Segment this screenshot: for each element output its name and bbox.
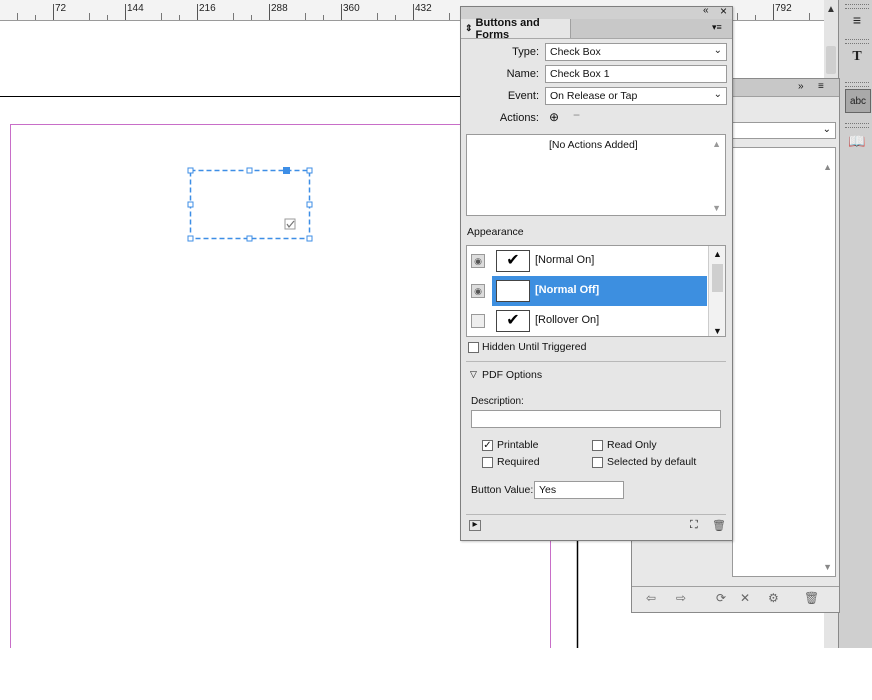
divider [466,361,726,362]
printable-checkbox[interactable]: ✓ [482,440,493,451]
description-input[interactable] [471,410,721,428]
selected-by-default-checkbox[interactable] [592,457,603,468]
chevron-down-icon: ⌄ [713,45,722,56]
unchecked-thumbnail [496,280,530,302]
type-label: Type: [512,46,539,58]
background-panel-dropdown[interactable]: ⌄ [732,122,836,139]
name-label: Name: [506,68,539,80]
remove-action-icon[interactable]: − [573,108,580,122]
tools-icon[interactable]: ✕ [740,591,750,605]
character-styles-icon[interactable]: T [845,46,869,68]
dock-grip[interactable] [845,123,869,128]
appearance-scrollbar[interactable]: ▲ ▼ [708,246,725,336]
hidden-until-triggered-checkbox[interactable] [468,342,479,353]
appearance-row-normal-off[interactable]: ◉ [Normal Off] [467,276,707,306]
panel-title: Buttons and Forms [475,16,540,41]
scroll-thumb[interactable] [712,264,723,292]
checkbox-frame-selection[interactable] [185,165,315,245]
checked-thumbnail: ✔ [496,250,530,272]
chevron-down-icon: ⌄ [713,89,722,100]
buttons-forms-icon[interactable]: abc [845,89,871,113]
event-value: On Release or Tap [550,90,638,102]
scroll-up-arrow-icon[interactable]: ▲ [713,249,722,259]
button-value-label: Button Value: [471,484,534,496]
paragraph-align-icon[interactable]: ≡ [845,9,869,31]
chevron-down-icon: ⌄ [822,124,831,135]
event-label: Event: [507,90,539,102]
button-value: Yes [539,484,557,496]
trash-icon[interactable]: 🗑 [712,519,726,532]
read-only-label: Read Only [607,439,657,451]
dock-grip[interactable] [845,39,869,44]
actions-label: Actions: [499,112,539,124]
scroll-down-arrow-icon[interactable]: ▼ [712,203,721,213]
actions-list[interactable]: [No Actions Added] ▲ ▼ [466,134,726,216]
scroll-down-arrow-icon[interactable]: ▼ [823,562,832,572]
next-arrow-icon[interactable]: ⇨ [676,591,686,605]
trash-icon[interactable]: 🗑 [804,591,819,605]
required-checkbox[interactable] [482,457,493,468]
background-panel-list[interactable]: ▲ ▼ [732,147,836,577]
scroll-up-arrow-icon[interactable]: ▲ [712,139,721,149]
scroll-thumb[interactable] [826,46,836,74]
selected-by-default-label: Selected by default [607,456,697,468]
expand-icon[interactable]: » [798,81,804,92]
event-select[interactable]: On Release or Tap ⌄ [545,87,727,105]
required-label: Required [497,456,540,468]
eye-icon[interactable]: ◉ [471,284,485,298]
collapse-icon[interactable]: « [703,5,709,16]
appearance-row-rollover-on[interactable]: ✔ [Rollover On] [467,306,707,336]
button-value-input[interactable]: Yes [534,481,624,499]
description-label: Description: [471,396,524,407]
panel-menu-icon[interactable]: ▾≡ [712,22,722,33]
type-value: Check Box [550,46,601,58]
checked-thumbnail: ✔ [496,310,530,332]
appearance-row-normal-on[interactable]: ◉ ✔ [Normal On] [467,246,707,276]
dock-grip[interactable] [845,82,869,87]
scroll-up-arrow-icon[interactable]: ▲ [826,4,836,15]
appearance-list[interactable]: ◉ ✔ [Normal On] ◉ [Normal Off] ✔ [Rollov… [466,245,726,337]
appearance-row-label: [Rollover On] [535,314,600,326]
buttons-and-forms-panel: « × ⇕ Buttons and Forms ▾≡ Type: Check B… [460,4,733,541]
preview-icon[interactable]: ▸ [469,520,481,531]
pdf-options-heading[interactable]: PDF Options [482,369,542,381]
printable-label: Printable [497,439,539,451]
name-input[interactable]: Check Box 1 [545,65,727,83]
eye-off-icon[interactable] [471,314,485,328]
tab-toggle-icon: ⇕ [465,23,473,33]
tab-buttons-and-forms[interactable]: ⇕ Buttons and Forms [461,16,571,41]
book-icon[interactable]: 📖 [845,130,869,152]
disclosure-triangle-icon[interactable]: ▽ [470,369,477,380]
canvas-bottom-area [0,648,872,700]
appearance-row-label: [Normal On] [535,254,595,266]
close-icon[interactable]: × [720,4,727,18]
convert-object-icon[interactable]: ⛶ [690,519,698,532]
hidden-until-triggered-label: Hidden Until Triggered [482,341,587,353]
divider [466,514,726,515]
background-panel-footer: ⇦ ⇨ ⟳ ✕ ⚙ 🗑 [632,586,839,611]
type-select[interactable]: Check Box ⌄ [545,43,727,61]
scroll-down-arrow-icon[interactable]: ▼ [713,326,722,336]
refresh-icon[interactable]: ⟳ [716,591,726,605]
add-action-icon[interactable]: ⊕ [549,110,559,124]
previous-arrow-icon[interactable]: ⇦ [646,591,656,605]
appearance-row-label: [Normal Off] [535,284,600,296]
read-only-checkbox[interactable] [592,440,603,451]
appearance-label: Appearance [467,226,524,238]
scroll-up-arrow-icon[interactable]: ▲ [823,162,832,172]
eye-icon[interactable]: ◉ [471,254,485,268]
name-value: Check Box 1 [550,68,610,80]
no-actions-text: [No Actions Added] [549,139,638,151]
panel-dock-strip: ≡ T abc 📖 [838,0,872,648]
panel-menu-icon[interactable]: ≡ [818,81,824,92]
options-icon[interactable]: ⚙ [768,591,779,605]
